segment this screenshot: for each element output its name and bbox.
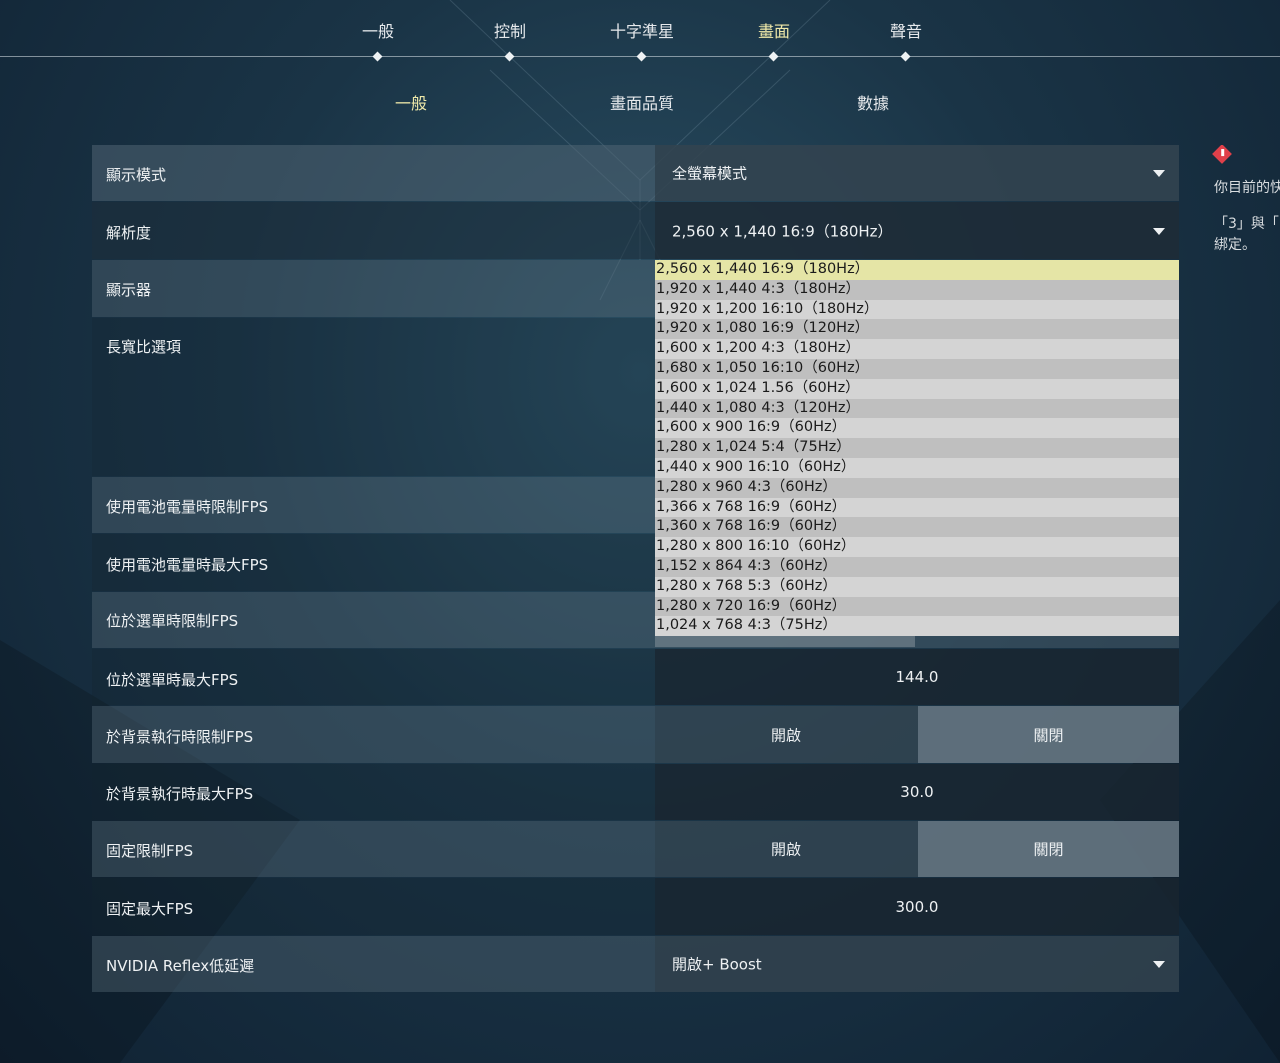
setting-label: 顯示器	[106, 281, 152, 299]
reflex-dropdown[interactable]: 開啟+ Boost	[655, 936, 1179, 992]
resolution-option[interactable]: 2,560 x 1,440 16:9（180Hz）	[655, 260, 1179, 280]
resolution-option[interactable]: 1,360 x 768 16:9（60Hz）	[655, 517, 1179, 538]
keybind-warning: 你目前的快 「3」與「 綁定。	[1208, 145, 1280, 265]
subtab-stats[interactable]: 數據	[803, 90, 943, 114]
resolution-option[interactable]: 1,600 x 900 16:9（60Hz）	[655, 418, 1179, 439]
resolution-option[interactable]: 1,920 x 1,440 4:3（180Hz）	[655, 279, 1179, 300]
warning-text: 「3」與「	[1214, 216, 1279, 232]
tab-audio[interactable]: 聲音	[856, 18, 956, 42]
fixed-limit-fps-toggle: 開啟 關閉	[655, 821, 1179, 877]
resolution-option[interactable]: 1,280 x 768 5:3（60Hz）	[655, 576, 1179, 597]
display-mode-dropdown[interactable]: 全螢幕模式	[655, 145, 1179, 201]
toggle-off-button[interactable]: 關閉	[918, 706, 1179, 763]
resolution-option[interactable]: 1,280 x 960 4:3（60Hz）	[655, 477, 1179, 498]
setting-label: 於背景執行時限制FPS	[106, 728, 254, 746]
field-value: 300.0	[895, 897, 939, 916]
toggle-on-button[interactable]: 開啟	[655, 821, 917, 877]
tab-crosshair[interactable]: 十字準星	[592, 18, 692, 42]
setting-label: 顯示模式	[106, 166, 167, 184]
resolution-option[interactable]: 1,440 x 1,080 4:3（120Hz）	[655, 398, 1179, 419]
dropdown-value: 開啟+ Boost	[672, 955, 762, 974]
tab-video[interactable]: 畫面	[724, 18, 824, 42]
setting-row-menu-max-fps: 位於選單時最大FPS 144.0	[92, 649, 1179, 705]
resolution-option[interactable]: 1,440 x 900 16:10（60Hz）	[655, 457, 1179, 478]
bg-limit-fps-toggle: 開啟 關閉	[655, 706, 1179, 763]
warning-text: 綁定。	[1214, 237, 1256, 253]
tab-marker-icon	[636, 51, 647, 62]
setting-row-bg-limit-fps: 於背景執行時限制FPS 開啟 關閉	[92, 706, 1179, 763]
chevron-down-icon	[1153, 961, 1165, 968]
setting-row-resolution: 解析度 2,560 x 1,440 16:9（180Hz）	[92, 202, 1179, 259]
setting-label: 固定限制FPS	[106, 842, 194, 860]
setting-row-fixed-limit-fps: 固定限制FPS 開啟 關閉	[92, 821, 1179, 877]
menu-limit-fps-slider[interactable]	[655, 636, 915, 647]
setting-label: 使用電池電量時最大FPS	[106, 556, 269, 574]
toggle-off-label: 關閉	[1033, 840, 1064, 859]
warning-diamond-icon	[1212, 145, 1232, 164]
resolution-dropdown[interactable]: 2,560 x 1,440 16:9（180Hz）	[655, 202, 1179, 259]
tab-general[interactable]: 一般	[328, 18, 428, 42]
dropdown-value: 2,560 x 1,440 16:9（180Hz）	[672, 222, 893, 240]
chevron-down-icon	[1153, 227, 1165, 235]
setting-label: 位於選單時限制FPS	[106, 612, 239, 630]
toggle-off-label: 關閉	[1033, 726, 1064, 744]
setting-label: 位於選單時最大FPS	[106, 671, 239, 689]
tab-marker-icon	[504, 51, 515, 62]
resolution-dropdown-list: 2,560 x 1,440 16:9（180Hz） 1,920 x 1,440 4…	[655, 260, 1179, 637]
bg-max-fps-field[interactable]: 30.0	[655, 764, 1179, 820]
setting-row-reflex: NVIDIA Reflex低延遲 開啟+ Boost	[92, 936, 1179, 992]
setting-label: 長寬比選項	[106, 338, 182, 356]
chevron-down-icon	[1153, 170, 1165, 177]
setting-label: 於背景執行時最大FPS	[106, 785, 254, 803]
tab-marker-icon	[768, 51, 779, 62]
resolution-option[interactable]: 1,280 x 1,024 5:4（75Hz）	[655, 438, 1179, 458]
tab-controls[interactable]: 控制	[460, 18, 560, 42]
setting-row-display-mode: 顯示模式 全螢幕模式	[92, 145, 1179, 201]
toggle-on-label: 開啟	[770, 726, 801, 744]
sub-nav: 一般 畫面品質 數據	[0, 88, 1280, 116]
tab-marker-icon	[372, 51, 383, 62]
resolution-option[interactable]: 1,024 x 768 4:3（75Hz）	[655, 616, 1179, 637]
toggle-off-button[interactable]: 關閉	[918, 821, 1179, 877]
resolution-option[interactable]: 1,366 x 768 16:9（60Hz）	[655, 497, 1179, 518]
resolution-option[interactable]: 1,920 x 1,080 16:9（120Hz）	[655, 319, 1179, 340]
tab-marker-icon	[900, 51, 911, 62]
resolution-option[interactable]: 1,600 x 1,024 1.56（60Hz）	[655, 378, 1179, 399]
setting-label: 使用電池電量時限制FPS	[106, 498, 269, 516]
setting-label: 解析度	[106, 224, 152, 242]
resolution-option[interactable]: 1,280 x 720 16:9（60Hz）	[655, 596, 1179, 617]
resolution-option[interactable]: 1,280 x 800 16:10（60Hz）	[655, 537, 1179, 557]
subtab-graphics-quality[interactable]: 畫面品質	[572, 90, 712, 114]
toggle-on-button[interactable]: 開啟	[655, 706, 917, 763]
fixed-max-fps-field[interactable]: 300.0	[655, 878, 1179, 935]
resolution-option[interactable]: 1,600 x 1,200 4:3（180Hz）	[655, 339, 1179, 359]
setting-row-bg-max-fps: 於背景執行時最大FPS 30.0	[92, 764, 1179, 820]
setting-row-fixed-max-fps: 固定最大FPS 300.0	[92, 878, 1179, 935]
resolution-option[interactable]: 1,920 x 1,200 16:10（180Hz）	[655, 299, 1179, 320]
setting-label: NVIDIA Reflex低延遲	[106, 957, 255, 975]
menu-max-fps-field[interactable]: 144.0	[655, 649, 1179, 705]
field-value: 144.0	[895, 668, 939, 686]
resolution-option[interactable]: 1,680 x 1,050 16:10（60Hz）	[655, 358, 1179, 379]
resolution-option[interactable]: 1,152 x 864 4:3（60Hz）	[655, 556, 1179, 577]
subtab-general[interactable]: 一般	[341, 90, 481, 114]
field-value: 30.0	[900, 783, 934, 801]
toggle-on-label: 開啟	[770, 840, 801, 859]
warning-text: 你目前的快	[1214, 180, 1280, 196]
dropdown-value: 全螢幕模式	[672, 164, 748, 183]
setting-label: 固定最大FPS	[106, 900, 194, 918]
top-nav: 一般 控制 十字準星 畫面 聲音	[0, 0, 1280, 70]
